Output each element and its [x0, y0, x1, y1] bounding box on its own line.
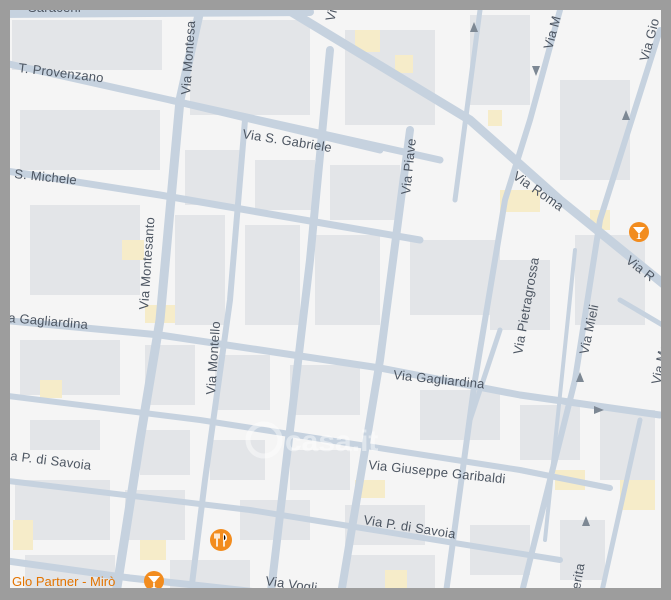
poi-cocktail-right[interactable]	[629, 222, 649, 242]
poi-glo-partner-label: Glo Partner - Mirò	[12, 574, 115, 589]
poi-restaurant[interactable]	[210, 529, 232, 551]
street-saraceni: Saraceni	[28, 0, 81, 15]
watermark-text: casa.it	[285, 425, 378, 458]
map-canvas[interactable]: casa.it Saraceni T. Provenzano Via Monte…	[0, 0, 671, 600]
